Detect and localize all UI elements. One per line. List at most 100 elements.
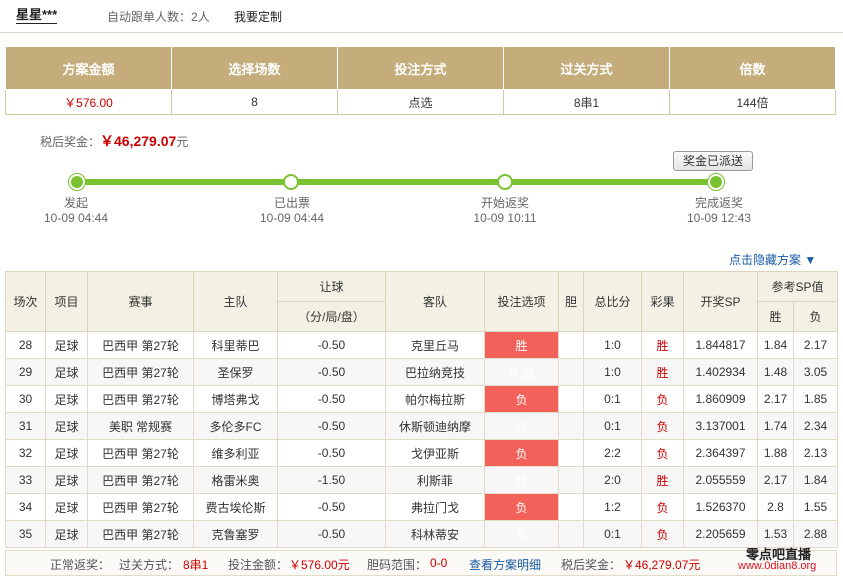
footer-pass-value: 8串1 xyxy=(183,558,209,572)
match-banker xyxy=(558,466,584,494)
prize-unit: 元 xyxy=(176,135,189,149)
match-sport: 足球 xyxy=(45,358,88,386)
match-score: 2:2 xyxy=(583,439,642,467)
summary-matches: 8 xyxy=(171,89,338,115)
match-result: 胜 xyxy=(641,331,684,359)
match-away-team: 科林蒂安 xyxy=(385,520,485,548)
col-header-score: 总比分 xyxy=(583,271,642,332)
customize-link[interactable]: 我要定制 xyxy=(234,8,282,25)
match-handicap: -0.50 xyxy=(277,520,386,548)
follow-label: 自动跟单人数： xyxy=(107,10,192,24)
col-header-result: 彩果 xyxy=(641,271,684,332)
match-sp: 2.364397 xyxy=(683,439,758,467)
after-tax-prize: 税后奖金：￥46,279.07元 xyxy=(40,131,188,151)
match-home-team: 维多利亚 xyxy=(193,439,278,467)
match-pick: 负 xyxy=(484,412,559,440)
match-no: 30 xyxy=(5,385,46,413)
match-sp: 3.137001 xyxy=(683,412,758,440)
match-sport: 足球 xyxy=(45,385,88,413)
footer-pass-label: 过关方式： xyxy=(119,558,180,572)
footer-status: 正常返奖： xyxy=(50,558,111,572)
match-handicap: -0.50 xyxy=(277,385,386,413)
match-sp: 1.860909 xyxy=(683,385,758,413)
table-row: 33 足球 巴西甲 第27轮 格雷米奥 -1.50 利斯菲胜 2:0 胜 2.055559 2.1… xyxy=(5,466,839,494)
step-dot-payout-started xyxy=(497,174,513,190)
match-ref-sp-lose: 3.05 xyxy=(792,358,839,386)
match-score: 0:1 xyxy=(583,385,642,413)
match-ref-sp-win: 1.84 xyxy=(757,331,794,359)
watermark-url: www.0dian8.org xyxy=(738,560,817,572)
match-no: 31 xyxy=(5,412,46,440)
col-header-win: 胜 xyxy=(757,301,794,332)
match-no: 33 xyxy=(5,466,46,494)
summary-header-multiple: 倍数 xyxy=(669,46,836,90)
summary-bet-type: 点选 xyxy=(337,89,504,115)
col-header-pick: 投注选项 xyxy=(484,271,559,332)
match-event: 美职 常规赛 xyxy=(87,412,194,440)
match-sport: 足球 xyxy=(45,520,88,548)
match-event: 巴西甲 第27轮 xyxy=(87,439,194,467)
summary-header-amount: 方案金额 xyxy=(5,46,172,90)
prize-sent-button[interactable]: 奖金已派送 xyxy=(673,151,753,171)
match-event: 巴西甲 第27轮 xyxy=(87,358,194,386)
match-result: 负 xyxy=(641,385,684,413)
match-handicap: -0.50 xyxy=(277,439,386,467)
col-header-handicap: 让球 xyxy=(277,271,386,302)
match-ref-sp-win: 2.8 xyxy=(757,493,794,521)
match-result: 负 xyxy=(641,439,684,467)
match-banker xyxy=(558,493,584,521)
step-time-payout-started: 10-09 10:11 xyxy=(473,211,537,225)
match-ref-sp-win: 1.88 xyxy=(757,439,794,467)
match-pick: 负,胜 xyxy=(484,358,559,386)
match-home-team: 博塔弗戈 xyxy=(193,385,278,413)
match-sport: 足球 xyxy=(45,331,88,359)
match-sp: 1.844817 xyxy=(683,331,758,359)
table-row: 29 足球 巴西甲 第27轮 圣保罗 -0.50 巴拉纳竞技 负,胜 1:0 胜 1.402934… xyxy=(5,358,839,386)
match-away-team: 弗拉门戈 xyxy=(385,493,485,521)
match-ref-sp-lose: 1.55 xyxy=(792,493,839,521)
match-banker xyxy=(558,331,584,359)
match-banker xyxy=(558,439,584,467)
summary-header-matches: 选择场数 xyxy=(171,46,338,90)
match-ref-sp-win: 1.48 xyxy=(757,358,794,386)
match-result: 负 xyxy=(641,493,684,521)
footer-banker-value: 0-0 xyxy=(430,556,448,570)
step-label-initiated: 发起 xyxy=(63,196,88,210)
col-header-ref-sp: 参考SP值 xyxy=(756,271,839,302)
footer-amount-value: ￥576.00元 xyxy=(289,558,350,572)
match-pick: 负 xyxy=(484,385,559,413)
match-home-team: 克鲁塞罗 xyxy=(193,520,278,548)
match-ref-sp-win: 1.74 xyxy=(757,412,794,440)
view-details-link[interactable]: 查看方案明细 xyxy=(469,556,541,573)
col-header-no: 场次 xyxy=(5,271,46,332)
match-away-team: 休斯顿迪纳摩 xyxy=(385,412,485,440)
match-score: 0:1 xyxy=(583,520,642,548)
hide-plan-link[interactable]: 点击隐藏方案 ▼ xyxy=(729,251,816,268)
footer-banker-label: 胆码范围： xyxy=(367,558,428,572)
follow-count: 2人 xyxy=(191,10,210,24)
summary-amount: ￥576.00 xyxy=(5,89,172,115)
matches-table: 场次 项目 赛事 主队 让球 客队 投注选项 胆 总比分 彩果 开奖SP 参考S… xyxy=(5,271,839,548)
match-ref-sp-lose: 1.85 xyxy=(792,385,839,413)
match-no: 29 xyxy=(5,358,46,386)
progress-bar xyxy=(78,179,718,185)
username-link[interactable]: 星星*** xyxy=(16,7,58,24)
match-handicap: -0.50 xyxy=(277,358,386,386)
match-sp: 2.055559 xyxy=(683,466,758,494)
col-header-away: 客队 xyxy=(385,271,485,332)
match-home-team: 费古埃伦斯 xyxy=(193,493,278,521)
step-time-initiated: 10-09 04:44 xyxy=(43,211,109,225)
match-sport: 足球 xyxy=(45,466,88,494)
match-handicap: -0.50 xyxy=(277,412,386,440)
summary-multiple: 144倍 xyxy=(669,89,836,115)
match-no: 34 xyxy=(5,493,46,521)
match-score: 0:1 xyxy=(583,412,642,440)
footer-amount-label: 投注金额： xyxy=(228,558,289,572)
table-row: 35 足球 巴西甲 第27轮 克鲁塞罗 -0.50 科林蒂安负 0:1 负 2.205659 1.… xyxy=(5,520,839,548)
match-ref-sp-lose: 1.84 xyxy=(792,466,839,494)
match-handicap: -0.50 xyxy=(277,493,386,521)
step-time-ticketed: 10-09 04:44 xyxy=(259,211,325,225)
match-home-team: 多伦多FC xyxy=(193,412,278,440)
match-banker xyxy=(558,358,584,386)
summary-pass-type: 8串1 xyxy=(503,89,670,115)
